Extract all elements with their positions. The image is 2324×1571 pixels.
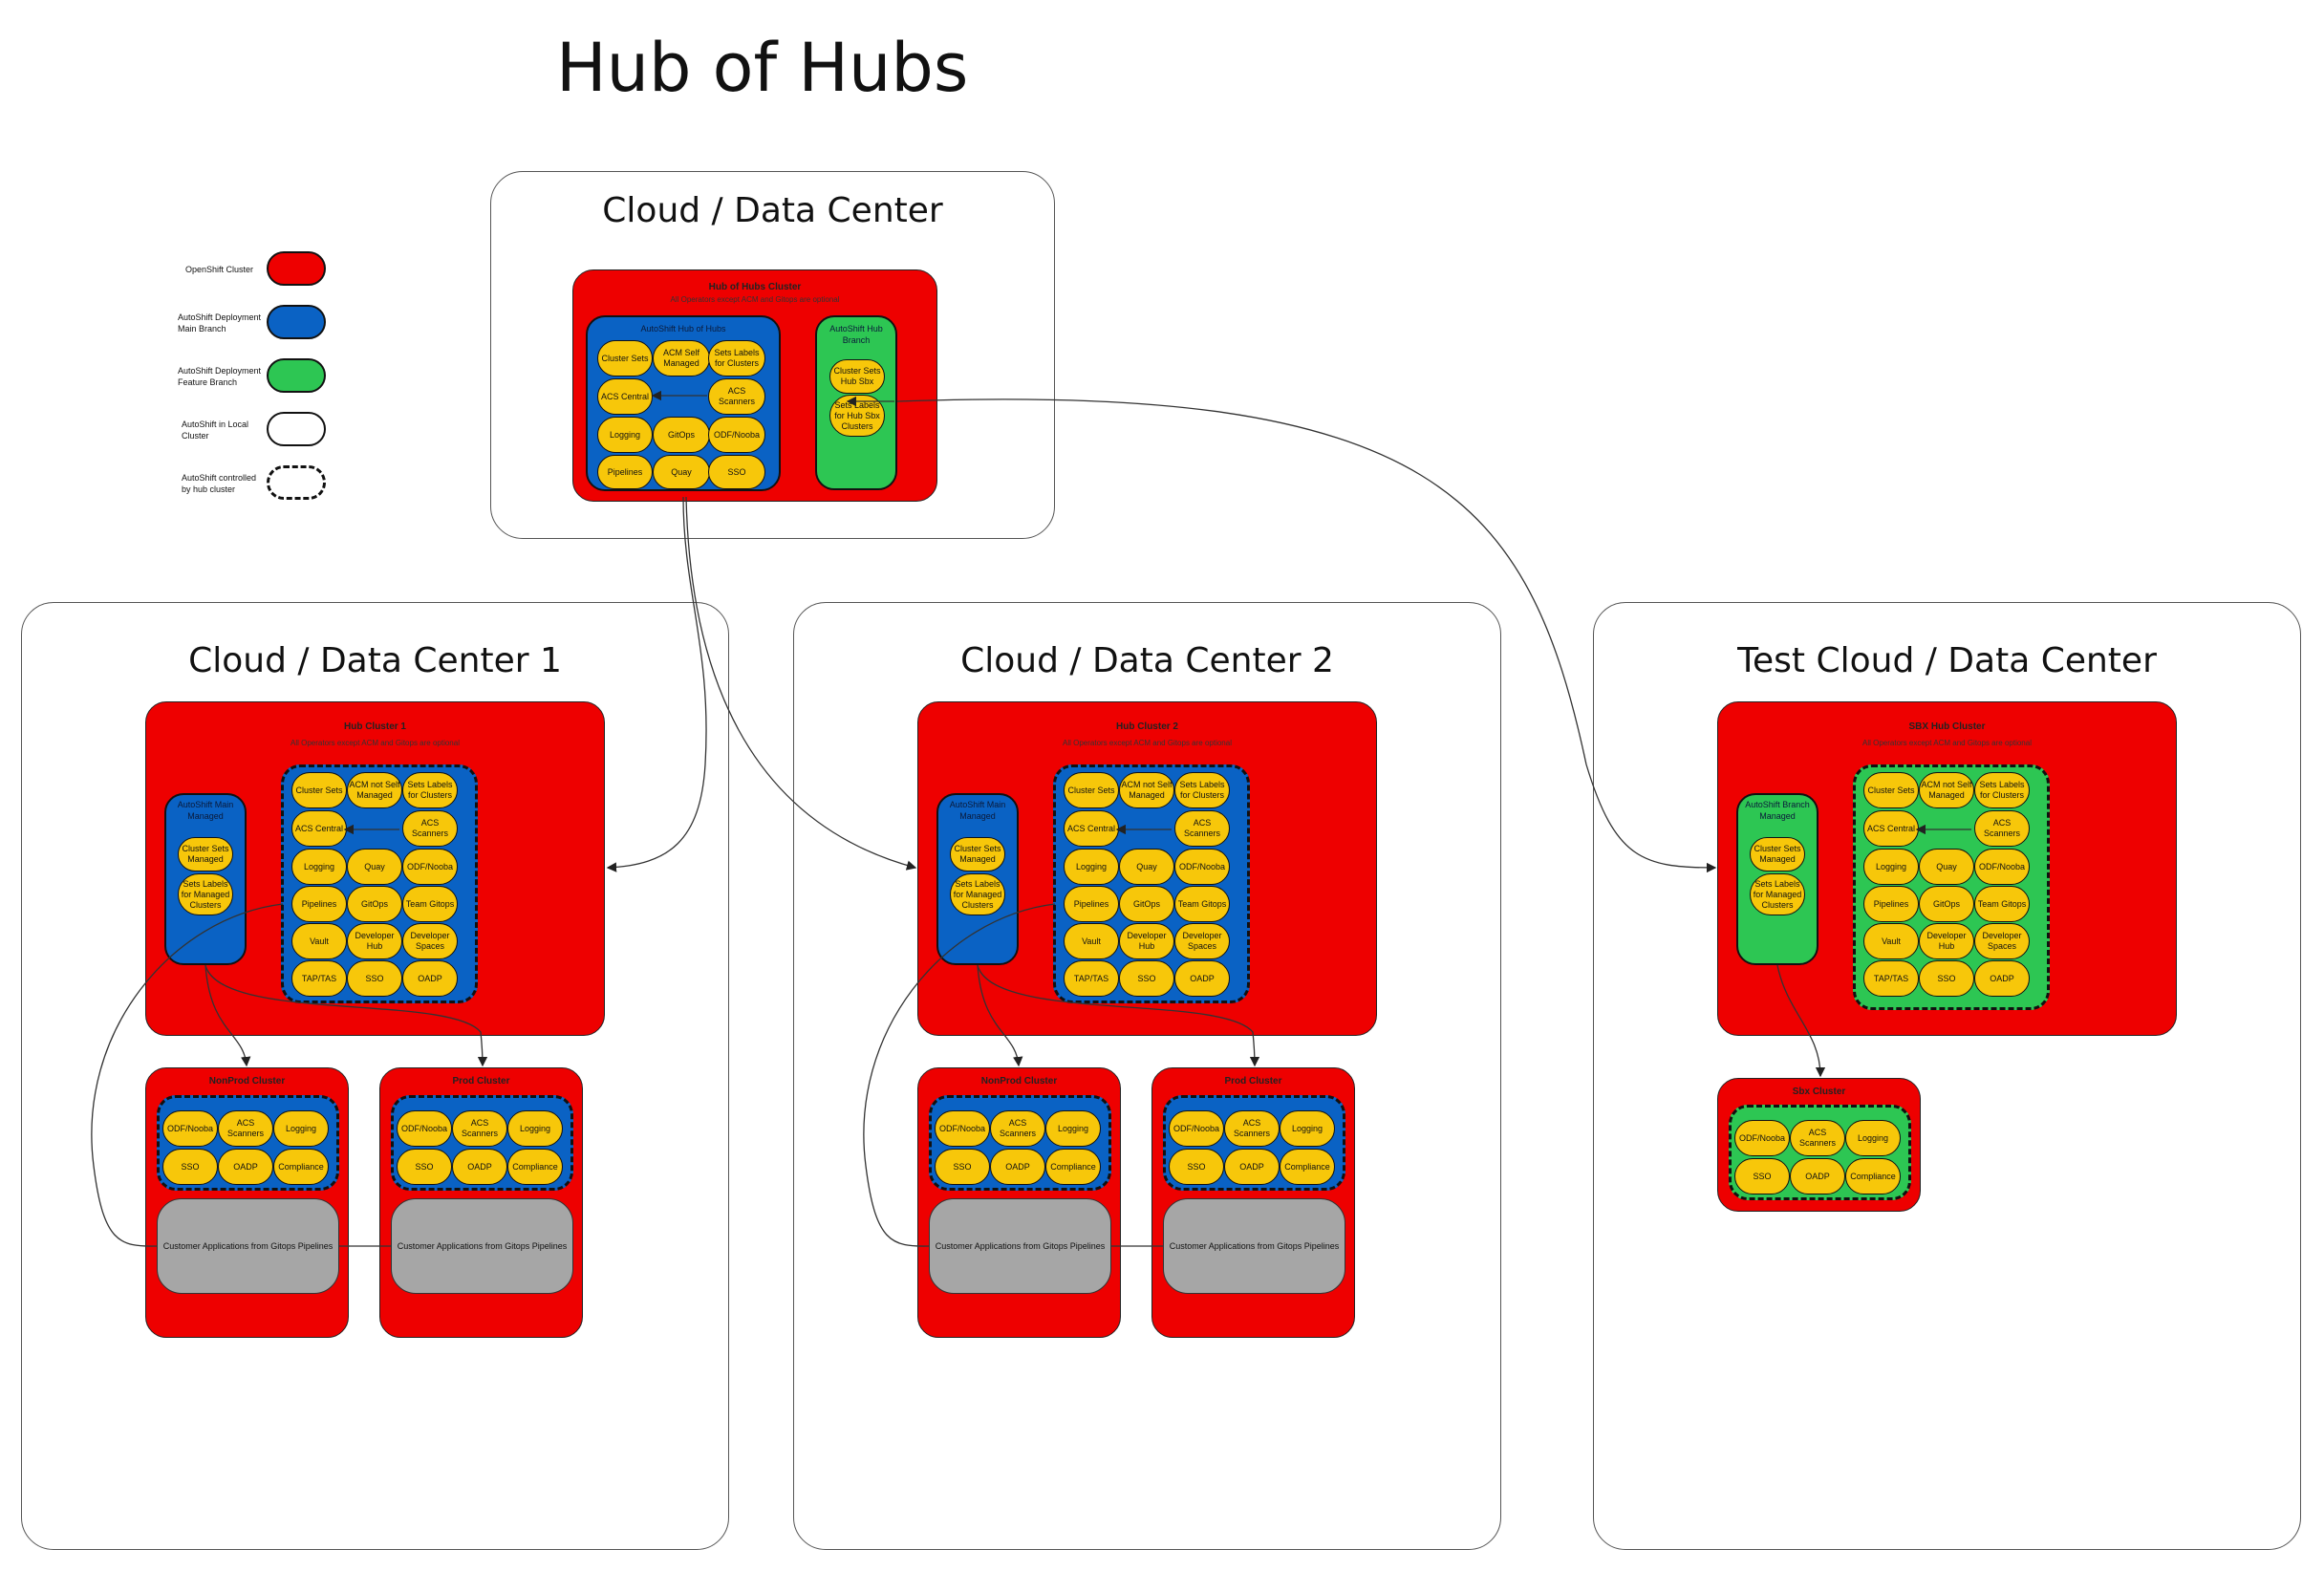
- connector-hub1-to-nonprod: [204, 964, 251, 1067]
- connector-hub1-to-prod: [204, 964, 488, 1067]
- connector-hoh-to-hub1: [606, 496, 707, 872]
- connector-hoh-to-hub2: [685, 496, 917, 871]
- connectors: [91, 390, 1971, 1247]
- connector-sbxhub-to-sbx: [1776, 964, 1826, 1078]
- connector-hub2-apps: [863, 903, 1056, 1247]
- connector-hoh-to-sbx: [896, 398, 1717, 873]
- connector-hub1-apps: [91, 903, 284, 1247]
- connector-hub2-to-prod: [977, 964, 1260, 1067]
- connector-hub2-to-nonprod: [977, 964, 1023, 1067]
